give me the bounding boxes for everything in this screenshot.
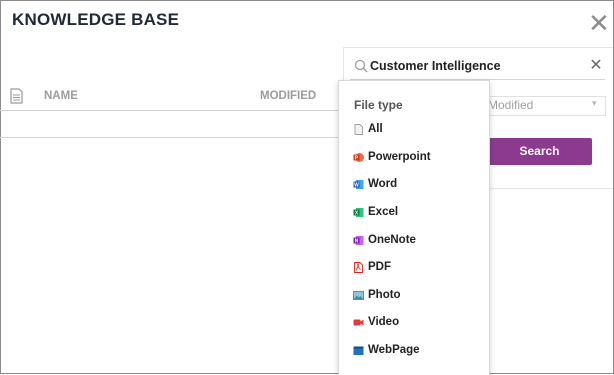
sort-select-value: Modified xyxy=(488,98,534,112)
file-type-label: Word xyxy=(368,178,398,190)
table-divider xyxy=(0,137,340,138)
video-icon xyxy=(353,319,364,326)
column-header-modified[interactable]: MODIFIED xyxy=(260,90,316,102)
search-icon xyxy=(354,59,368,73)
webpage-icon xyxy=(353,346,364,355)
search-input[interactable] xyxy=(370,57,580,75)
powerpoint-icon: P xyxy=(353,153,364,162)
svg-text:N: N xyxy=(355,238,359,244)
column-header-name[interactable]: NAME xyxy=(44,90,78,102)
search-button[interactable]: Search xyxy=(487,138,592,165)
svg-text:W: W xyxy=(354,182,359,188)
file-type-label: Excel xyxy=(368,206,399,218)
file-type-item-pdf[interactable]: PDF xyxy=(339,256,487,282)
dialog-title: KNOWLEDGE BASE xyxy=(12,10,180,29)
file-type-item-onenote[interactable]: N OneNote xyxy=(339,229,487,255)
file-type-item-powerpoint[interactable]: P Powerpoint xyxy=(339,146,487,172)
file-type-label: Video xyxy=(368,316,400,328)
photo-icon xyxy=(353,291,364,300)
generic-file-icon xyxy=(354,124,363,135)
chevron-down-icon: ▾ xyxy=(592,99,597,109)
file-type-item-excel[interactable]: X Excel xyxy=(339,201,487,227)
close-icon[interactable]: ✕ xyxy=(588,11,610,37)
file-type-label: WebPage xyxy=(368,344,420,356)
file-type-label: PDF xyxy=(368,261,391,273)
pdf-icon xyxy=(354,262,363,273)
word-icon: W xyxy=(353,180,364,189)
file-type-item-all[interactable]: All xyxy=(339,118,487,144)
onenote-icon: N xyxy=(353,236,364,245)
file-type-label: All xyxy=(368,123,383,135)
file-type-label: Photo xyxy=(368,289,401,301)
file-type-item-photo[interactable]: Photo xyxy=(339,284,487,310)
excel-icon: X xyxy=(353,208,364,217)
clear-search-icon[interactable]: ✕ xyxy=(589,57,603,73)
file-type-header: File type xyxy=(354,98,403,112)
file-type-label: Powerpoint xyxy=(368,151,431,163)
file-type-item-word[interactable]: W Word xyxy=(339,173,487,199)
header-divider xyxy=(0,110,340,111)
file-type-item-webpage[interactable]: WebPage xyxy=(339,339,487,365)
document-icon xyxy=(10,88,23,104)
file-type-item-video[interactable]: Video xyxy=(339,311,487,337)
file-type-label: OneNote xyxy=(368,234,416,246)
